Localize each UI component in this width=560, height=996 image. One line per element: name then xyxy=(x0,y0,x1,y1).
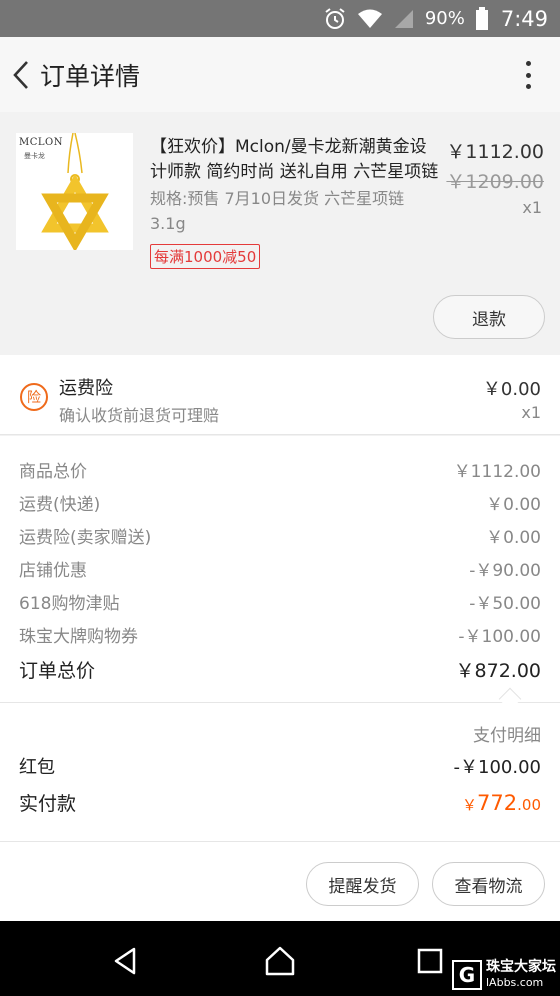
insurance-price: ￥0.00 xyxy=(482,379,541,400)
actual-payment-currency: ￥ xyxy=(462,795,478,814)
summary-row: 珠宝大牌购物券 -￥100.00 xyxy=(19,619,541,649)
summary-value: -￥90.00 xyxy=(469,560,541,581)
actual-payment-value: ￥772.00 xyxy=(462,791,541,815)
more-options-icon[interactable] xyxy=(518,55,538,95)
signal-icon xyxy=(393,8,415,30)
star-pendant-icon xyxy=(41,133,109,250)
order-total-row: 订单总价 ￥872.00 xyxy=(19,654,541,684)
summary-row: 618购物津贴 -￥50.00 xyxy=(19,586,541,616)
app-bar: 订单详情 xyxy=(0,37,560,112)
product-title[interactable]: 【狂欢价】Mclon/曼卡龙新潮黄金设计师款 简约时尚 送礼自用 六芒星项链3.… xyxy=(150,135,440,185)
page-title: 订单详情 xyxy=(40,61,141,91)
summary-value: -￥50.00 xyxy=(469,593,541,614)
summary-row: 商品总价 ￥1112.00 xyxy=(19,454,541,484)
battery-level: 90% xyxy=(424,8,465,29)
summary-label: 运费险(卖家赠送) xyxy=(19,527,152,548)
refund-button[interactable]: 退款 xyxy=(433,295,545,339)
summary-row: 店铺优惠 -￥90.00 xyxy=(19,553,541,583)
insurance-desc: 确认收货前退货可理赔 xyxy=(59,406,220,425)
nav-home-icon[interactable] xyxy=(260,941,300,981)
insurance-quantity: x1 xyxy=(521,403,541,422)
summary-label: 珠宝大牌购物券 xyxy=(19,626,138,647)
summary-label: 店铺优惠 xyxy=(19,560,87,581)
summary-label: 运费(快递) xyxy=(19,494,101,515)
action-bar: 提醒发货 查看物流 xyxy=(0,842,560,921)
watermark-line1: 珠宝大家坛 xyxy=(486,959,556,975)
actual-payment-int: 772 xyxy=(477,790,518,815)
back-button[interactable] xyxy=(2,37,40,112)
status-bar: 90% 7:49 xyxy=(0,0,560,37)
summary-value: ￥0.00 xyxy=(486,494,541,515)
product-item[interactable]: MCLON 曼卡龙 【狂欢价】Mclon/曼卡龙新潮黄金设计师款 简约时尚 送礼… xyxy=(0,112,560,355)
product-quantity: x1 xyxy=(522,198,542,217)
product-spec: 规格:预售 7月10日发货 六芒星项链 3.1g xyxy=(150,189,405,233)
order-total-value: ￥872.00 xyxy=(455,659,541,682)
nav-back-icon[interactable] xyxy=(105,941,145,981)
insurance-icon: 险 xyxy=(20,383,48,411)
order-total-label: 订单总价 xyxy=(19,659,96,682)
summary-value: ￥0.00 xyxy=(486,527,541,548)
product-price: ￥1112.00 xyxy=(446,141,544,163)
payment-detail-link[interactable]: 支付明细 xyxy=(473,721,541,746)
product-image[interactable]: MCLON 曼卡龙 xyxy=(16,133,133,250)
watermark-logo: G xyxy=(452,960,482,990)
actual-payment-label: 实付款 xyxy=(19,793,77,815)
site-watermark: G 珠宝大家坛 lAbbs.com xyxy=(452,957,556,993)
summary-row: 运费险(卖家赠送) ￥0.00 xyxy=(19,520,541,550)
chevron-left-icon xyxy=(13,60,28,89)
shipping-insurance: 险 运费险 确认收货前退货可理赔 ￥0.00 x1 xyxy=(0,355,560,435)
watermark-line2: lAbbs.com xyxy=(486,976,544,989)
redpacket-label: 红包 xyxy=(19,757,55,778)
actual-payment-row: 实付款 ￥772.00 xyxy=(19,789,541,816)
battery-icon xyxy=(475,6,489,31)
price-summary: 商品总价 ￥1112.00 运费(快递) ￥0.00 运费险(卖家赠送) ￥0.… xyxy=(0,436,560,702)
product-original-price: ￥1209.00 xyxy=(446,171,544,193)
remind-ship-button[interactable]: 提醒发货 xyxy=(306,862,419,906)
system-nav-bar: G 珠宝大家坛 lAbbs.com xyxy=(0,921,560,996)
insurance-title: 运费险 xyxy=(59,378,113,399)
alarm-icon xyxy=(323,7,347,31)
clock: 7:49 xyxy=(500,6,548,31)
actual-payment-dec: .00 xyxy=(517,795,541,814)
summary-value: -￥100.00 xyxy=(458,626,541,647)
nav-recents-icon[interactable] xyxy=(410,941,450,981)
payment-details: 支付明细 红包 -￥100.00 实付款 ￥772.00 xyxy=(0,702,560,842)
summary-label: 618购物津贴 xyxy=(19,593,120,614)
wifi-icon xyxy=(357,8,383,30)
summary-label: 商品总价 xyxy=(19,461,87,482)
promo-tag: 每满1000减50 xyxy=(150,244,261,269)
redpacket-value: -￥100.00 xyxy=(453,757,541,778)
summary-value: ￥1112.00 xyxy=(453,461,541,482)
redpacket-row: 红包 -￥100.00 xyxy=(19,753,541,779)
view-logistics-button[interactable]: 查看物流 xyxy=(432,862,545,906)
summary-row: 运费(快递) ￥0.00 xyxy=(19,487,541,517)
